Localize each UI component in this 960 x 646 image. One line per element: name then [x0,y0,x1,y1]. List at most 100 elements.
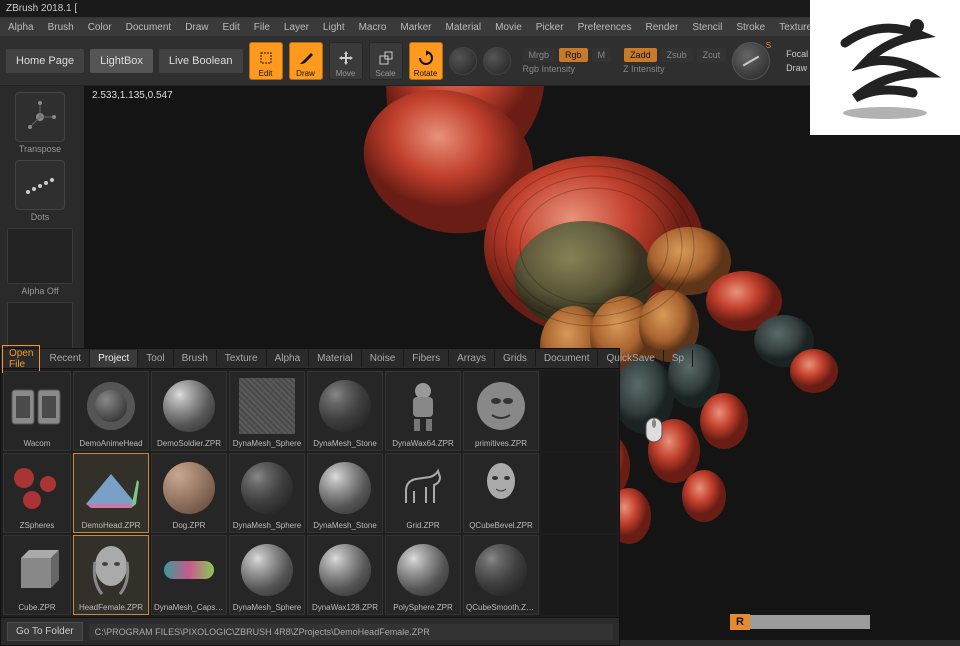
transpose-icon [20,97,60,137]
lb-item-dynasphere1[interactable]: DynaMesh_Sphere [229,371,305,451]
lb-item-dynawax128[interactable]: DynaWax128.ZPR [307,535,383,615]
menu-stroke[interactable]: Stroke [736,22,765,33]
zadd-toggle[interactable]: Zadd [624,48,657,62]
cube-thumb [7,538,67,601]
lb-label: primitives.ZPR [466,437,536,448]
lightbox-button[interactable]: LightBox [90,49,153,73]
lb-side-label-1: ZSpheres [6,519,68,530]
rgb-toggle[interactable]: Rgb [559,48,588,62]
lb-tab-spotlight[interactable]: Sp [664,350,693,367]
scale-tool-button[interactable]: Scale [369,42,403,80]
lb-tab-openfile[interactable]: Open File [2,345,40,373]
menu-layer[interactable]: Layer [284,22,309,33]
brush-preview-icon[interactable]: S [732,42,770,80]
material-round-1[interactable] [449,47,477,75]
lb-item-dog[interactable]: Dog.ZPR [151,453,227,533]
lb-item-qcubesmooth[interactable]: QCubeSmooth.ZPR [463,535,539,615]
home-page-button[interactable]: Home Page [6,49,84,73]
left-sidebar: Transpose Dots Alpha Off Texture Off [0,86,80,376]
stroke-dots[interactable] [15,160,65,210]
menu-stencil[interactable]: Stencil [692,22,722,33]
lb-side-cube[interactable]: Cube.ZPR [3,535,71,615]
app-title: ZBrush 2018.1 [ [6,3,77,14]
lb-item-dynacapsule[interactable]: DynaMesh_Capsule [151,535,227,615]
edit-tool-button[interactable]: Edit [249,42,283,80]
lb-item-dynasphere3[interactable]: DynaMesh_Sphere [229,535,305,615]
menu-texture[interactable]: Texture [779,22,812,33]
rotate-icon [417,49,435,67]
bottom-status: R [730,614,870,630]
edit-label: Edit [259,69,273,78]
lb-item-dynastone2[interactable]: DynaMesh_Stone [307,453,383,533]
menu-picker[interactable]: Picker [536,22,564,33]
menu-preferences[interactable]: Preferences [578,22,632,33]
menu-file[interactable]: File [254,22,270,33]
lb-item-polysphere[interactable]: PolySphere.ZPR [385,535,461,615]
cursor-coordinates: 2.533,1.135,0.547 [92,90,173,101]
m-toggle[interactable]: M [592,48,612,62]
menu-macro[interactable]: Macro [359,22,387,33]
zcut-toggle[interactable]: Zcut [697,48,727,62]
transpose-label: Transpose [19,144,61,154]
lb-tab-texture[interactable]: Texture [217,350,267,367]
live-boolean-button[interactable]: Live Boolean [159,49,243,73]
menu-material[interactable]: Material [446,22,482,33]
menu-alpha[interactable]: Alpha [8,22,34,33]
menu-edit[interactable]: Edit [223,22,240,33]
lb-item-demoanime[interactable]: DemoAnimeHead [73,371,149,451]
menu-movie[interactable]: Movie [495,22,522,33]
lb-tab-quicksave[interactable]: QuickSave [598,350,663,367]
lb-tab-grids[interactable]: Grids [495,350,536,367]
lb-item-demosoldier[interactable]: DemoSoldier.ZPR [151,371,227,451]
lb-item-qcubebevel[interactable]: QCubeBevel.ZPR [463,453,539,533]
alpha-slot[interactable] [7,228,73,284]
zspheres-thumb [7,456,67,519]
lb-label: HeadFemale.ZPR [76,601,146,612]
scale-label: Scale [376,69,396,78]
lb-tab-brush[interactable]: Brush [174,350,217,367]
rotate-label: Rotate [414,69,438,78]
lb-item-grid[interactable]: Grid.ZPR [385,453,461,533]
lb-tab-fibers[interactable]: Fibers [404,350,449,367]
move-tool-button[interactable]: Move [329,42,363,80]
lb-side-wacom[interactable]: Wacom [3,371,71,451]
zsub-toggle[interactable]: Zsub [661,48,693,62]
lb-side-zspheres[interactable]: ZSpheres [3,453,71,533]
zbrush-logo-icon [825,13,945,123]
mrgb-toggle[interactable]: Mrgb [523,48,556,62]
lb-item-dynawax64[interactable]: DynaWax64.ZPR [385,371,461,451]
transpose-widget[interactable] [15,92,65,142]
lb-tab-material[interactable]: Material [309,350,362,367]
dots-label: Dots [31,212,50,222]
status-bar-segment [750,615,870,629]
alpha-off-label: Alpha Off [21,286,58,296]
lb-tab-arrays[interactable]: Arrays [449,350,495,367]
lb-tab-document[interactable]: Document [536,350,599,367]
lb-item-demohead[interactable]: DemoHead.ZPR [73,453,149,533]
lb-item-dynastone1[interactable]: DynaMesh_Stone [307,371,383,451]
draw-tool-button[interactable]: Draw [289,42,323,80]
lb-tab-alpha[interactable]: Alpha [267,350,310,367]
lb-label: DynaMesh_Stone [310,437,380,448]
lb-tab-recent[interactable]: Recent [41,350,90,367]
menu-render[interactable]: Render [646,22,679,33]
material-round-2[interactable] [483,47,511,75]
menu-draw[interactable]: Draw [185,22,208,33]
lb-empty [541,371,617,451]
menu-color[interactable]: Color [88,22,112,33]
lb-tab-project[interactable]: Project [90,350,138,367]
menu-light[interactable]: Light [323,22,345,33]
lb-tab-noise[interactable]: Noise [362,350,405,367]
dog-icon [396,463,450,513]
wacom-thumb [7,374,67,437]
menu-brush[interactable]: Brush [48,22,74,33]
draw-label: Draw [296,69,315,78]
lb-item-headfemale[interactable]: HeadFemale.ZPR [73,535,149,615]
rotate-tool-button[interactable]: Rotate [409,42,443,80]
menu-document[interactable]: Document [126,22,172,33]
menu-marker[interactable]: Marker [400,22,431,33]
go-to-folder-button[interactable]: Go To Folder [7,622,83,641]
lb-tab-tool[interactable]: Tool [138,350,173,367]
lb-item-primitives[interactable]: primitives.ZPR [463,371,539,451]
lb-item-dynasphere2[interactable]: DynaMesh_Sphere [229,453,305,533]
